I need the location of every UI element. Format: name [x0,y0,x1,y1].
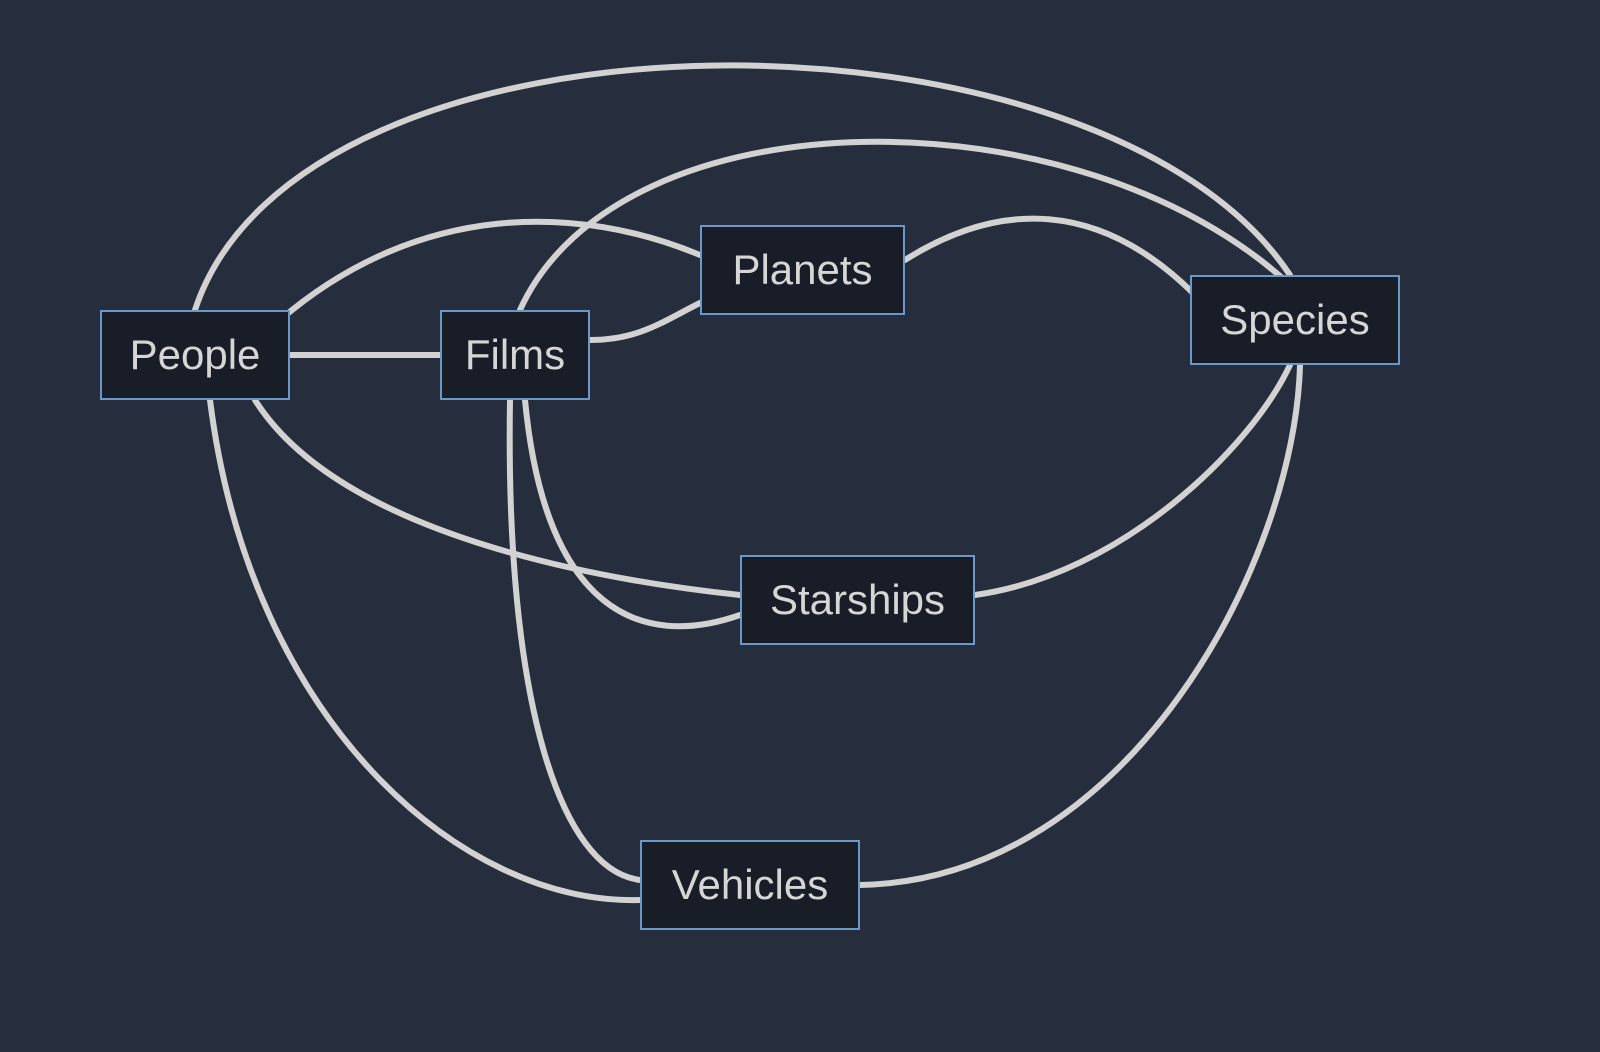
node-label: Planets [732,246,872,294]
node-label: Species [1220,296,1369,344]
node-label: Starships [770,576,945,624]
diagram-canvas: People Films Planets Starships Vehicles … [0,0,1600,1052]
edge-people-starships [255,400,740,595]
edge-films-vehicles [510,400,640,880]
node-label: Vehicles [672,861,828,909]
node-films[interactable]: Films [440,310,590,400]
node-vehicles[interactable]: Vehicles [640,840,860,930]
edge-films-planets [590,302,702,340]
node-people[interactable]: People [100,310,290,400]
edge-planets-species [905,219,1195,295]
edge-people-planets [280,222,700,320]
node-planets[interactable]: Planets [700,225,905,315]
node-starships[interactable]: Starships [740,555,975,645]
node-label: Films [465,331,565,379]
node-label: People [130,331,261,379]
edge-starships-species [975,365,1290,595]
node-species[interactable]: Species [1190,275,1400,365]
